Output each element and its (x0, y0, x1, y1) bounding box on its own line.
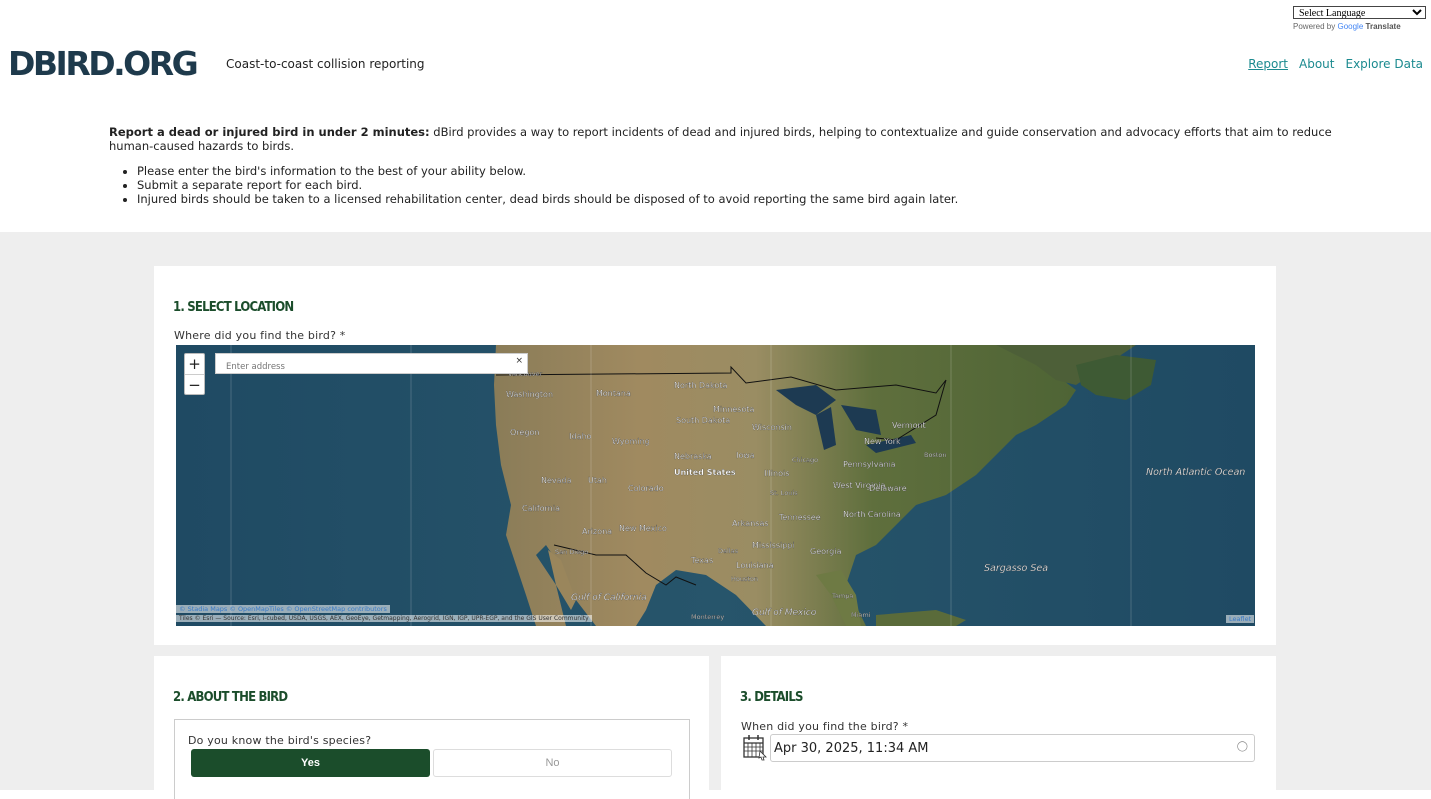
lock-icon: ◯ (1236, 741, 1248, 752)
about-bird-section-title: 2. ABOUT THE BIRD (173, 690, 288, 705)
nav-about-link[interactable]: About (1299, 57, 1334, 71)
map-label-nebraska: Nebraska (674, 452, 712, 461)
map-label-montana: Montana (596, 389, 631, 398)
datetime-field: ◯ (770, 734, 1255, 762)
map-label-north-dakota: North Dakota (674, 381, 727, 390)
address-search-box: × (215, 353, 528, 377)
powered-by-google: Powered by Google Translate (1293, 22, 1426, 31)
map-label-dallas: Dallas (718, 547, 739, 555)
map-label-tampa: Tampa (831, 592, 853, 600)
map-label-arizona: Arizona (582, 527, 612, 536)
location-question-label: Where did you find the bird? * (174, 329, 346, 342)
map-label-new-york: New York (864, 437, 901, 446)
map-attribution-esri: Tiles © Esri — Source: Esri, i-cubed, US… (176, 615, 592, 622)
intro-bullet: Submit a separate report for each bird. (137, 178, 1334, 192)
species-yes-button[interactable]: Yes (191, 749, 430, 777)
map-label-iowa: Iowa (736, 451, 755, 460)
intro-bullets: Please enter the bird's information to t… (137, 164, 1334, 206)
map-label-colorado: Colorado (628, 484, 664, 493)
map-label-vermont: Vermont (892, 421, 926, 430)
map-label-california: California (522, 504, 560, 513)
map-label-nevada: Nevada (541, 476, 572, 485)
datetime-input[interactable] (771, 735, 1221, 761)
translate-link[interactable]: Translate (1366, 22, 1401, 31)
details-section-title: 3. DETAILS (740, 690, 803, 705)
map-label-houston: Houston (731, 575, 758, 583)
intro-lead: Report a dead or injured bird in under 2… (109, 125, 430, 139)
map-label-louisiana: Louisiana (736, 561, 774, 570)
map-label-united-states: United States (674, 468, 736, 477)
intro-bullet: Injured birds should be taken to a licen… (137, 192, 1334, 206)
main-nav: Report About Explore Data (1248, 57, 1423, 71)
intro-bullet: Please enter the bird's information to t… (137, 164, 1334, 178)
map-label-wisconsin: Wisconsin (752, 423, 792, 432)
map-label-gulf-of-california: Gulf of California (571, 593, 647, 603)
location-section-title: 1. SELECT LOCATION (173, 300, 294, 315)
map-attribution-stadia[interactable]: © Stadia Maps © OpenMapTiles © OpenStree… (176, 605, 390, 613)
google-translate-widget: Select Language Powered by Google Transl… (1293, 1, 1426, 31)
when-question-label: When did you find the bird? * (741, 720, 909, 733)
map-label-wyoming: Wyoming (612, 437, 650, 446)
map-label-north-carolina: North Carolina (843, 510, 901, 519)
map-label-texas: Texas (690, 556, 713, 565)
zoom-out-button[interactable]: − (185, 374, 204, 394)
map-label-washington: Washington (506, 390, 553, 399)
map-canvas[interactable]: Vancouver Washington Montana North Dakot… (176, 345, 1255, 626)
intro-paragraph: Report a dead or injured bird in under 2… (109, 125, 1334, 153)
location-map[interactable]: Vancouver Washington Montana North Dakot… (176, 345, 1255, 626)
map-label-st-louis: St. Louis (770, 489, 798, 497)
map-label-chicago: Chicago (792, 456, 818, 464)
map-label-mississippi: Mississippi (752, 541, 795, 550)
map-label-arkansas: Arkansas (732, 519, 768, 528)
calendar-icon[interactable] (742, 733, 768, 761)
clear-address-icon[interactable]: × (515, 356, 523, 366)
map-label-georgia: Georgia (810, 547, 841, 556)
map-label-illinois: Illinois (764, 469, 789, 478)
map-zoom-control: + − (184, 353, 205, 395)
site-logo[interactable]: DBIRD.ORG (8, 44, 199, 83)
map-label-minnesota: Minnesota (713, 405, 754, 414)
nav-explore-data-link[interactable]: Explore Data (1346, 57, 1424, 71)
map-label-gulf-of-mexico: Gulf of Mexico (752, 608, 817, 618)
map-label-north-atlantic: North Atlantic Ocean (1146, 467, 1245, 478)
map-label-new-mexico: New Mexico (619, 524, 667, 533)
map-label-south-dakota: South Dakota (676, 416, 730, 425)
map-label-pennsylvania: Pennsylvania (843, 460, 896, 469)
map-label-oregon: Oregon (510, 428, 539, 437)
map-label-miami: Miami (851, 611, 871, 619)
google-logo: Google (1337, 22, 1364, 31)
map-label-boston: Boston (924, 451, 946, 459)
species-no-button[interactable]: No (433, 749, 672, 777)
map-label-monterrey: Monterrey (691, 613, 724, 621)
map-label-tennessee: Tennessee (778, 513, 821, 522)
site-tagline: Coast-to-coast collision reporting (226, 57, 425, 71)
map-label-utah: Utah (588, 476, 607, 485)
map-label-delaware: Delaware (869, 484, 907, 493)
language-select[interactable]: Select Language (1293, 6, 1426, 19)
map-label-sargasso: Sargasso Sea (984, 563, 1048, 574)
species-question-label: Do you know the bird's species? (188, 734, 372, 747)
intro-text: Report a dead or injured bird in under 2… (109, 125, 1334, 206)
address-input[interactable] (216, 357, 506, 377)
powered-by-label: Powered by (1293, 22, 1336, 31)
map-label-san-diego: San Diego (555, 548, 588, 556)
map-label-idaho: Idaho (569, 432, 591, 441)
leaflet-link[interactable]: Leaflet (1226, 615, 1255, 623)
nav-report-link[interactable]: Report (1248, 57, 1288, 71)
zoom-in-button[interactable]: + (185, 354, 204, 374)
